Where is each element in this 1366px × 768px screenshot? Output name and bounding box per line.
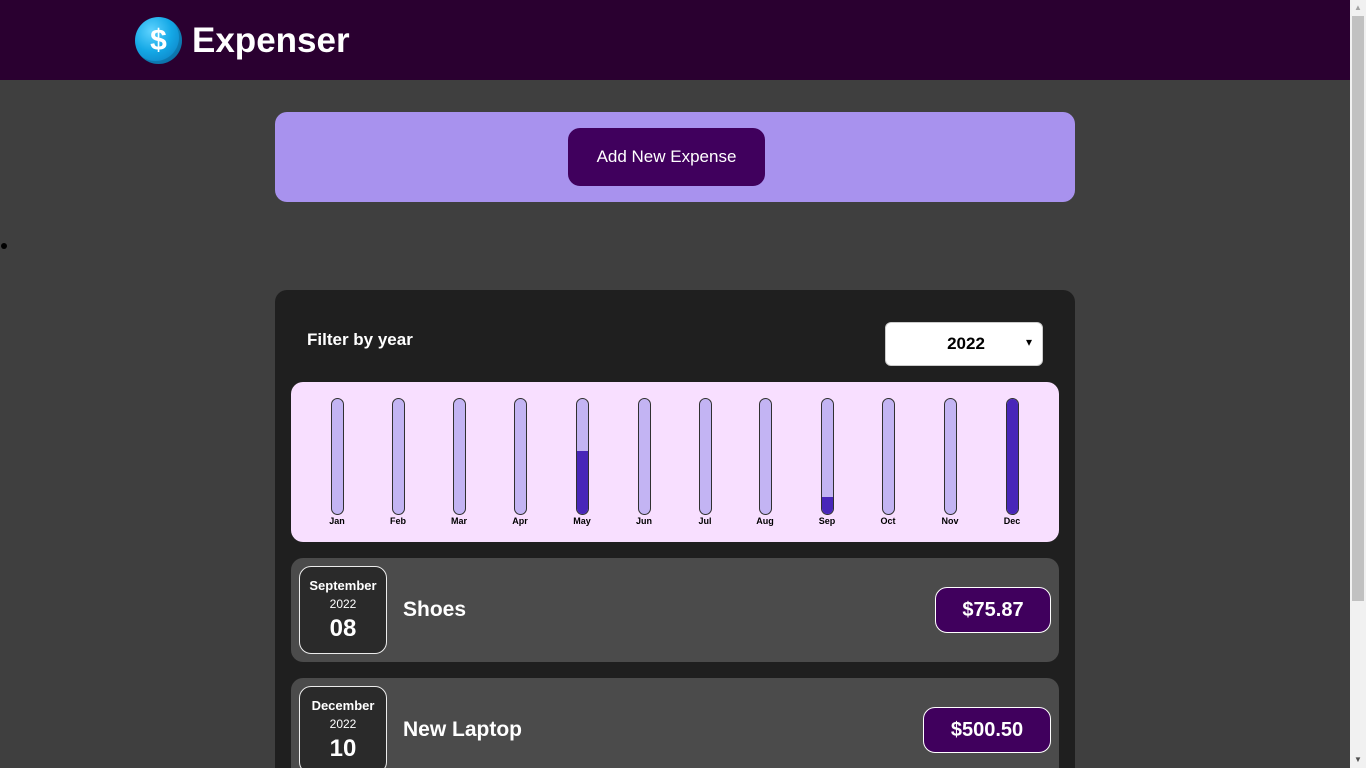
chart-bar-label: Apr [512,516,528,526]
expense-date-day: 08 [329,615,357,642]
chart-bar-track [821,398,834,515]
chart-bar-label: Jul [698,516,712,526]
expense-date-month: September [309,578,377,593]
chart-bar-label: May [573,516,591,526]
chart-bar-apr: Apr [500,398,540,538]
chart-bar-sep: Sep [807,398,847,538]
chart-bar-track [514,398,527,515]
chart-bar-may: May [562,398,602,538]
chart-bar-track [1006,398,1019,515]
chart-bar-dec: Dec [992,398,1032,538]
chart-bar-label: Mar [450,516,467,526]
chart-bar-track [453,398,466,515]
chart-bar-jan: Jan [317,398,357,538]
chart-bar-label: Oct [880,516,896,526]
list-bullet [1,243,7,249]
chart-bar-label: Nov [941,516,959,526]
new-expense-panel: Add New Expense [275,112,1075,202]
scroll-thumb[interactable] [1352,16,1364,601]
chart-bar-track [331,398,344,515]
app-title: Expenser [192,21,350,60]
expense-date-year: 2022 [329,597,357,611]
chart-bar-fill [822,496,833,514]
chart-bar-label: Aug [756,516,774,526]
expense-date-day: 10 [329,735,357,762]
chart-bar-track [944,398,957,515]
expense-date-year: 2022 [329,717,357,731]
expense-title: New Laptop [403,718,522,741]
chart-bar-label: Jan [329,516,345,526]
chart-bar-label: Feb [389,516,406,526]
chart-bar-mar: Mar [439,398,479,538]
chevron-down-icon: ▾ [1025,335,1032,349]
expense-date: December 2022 10 [299,686,387,768]
chart-bar-track [638,398,651,515]
scroll-up-arrow-icon[interactable]: ▲ [1350,0,1366,16]
chart-bar-label: Jun [635,516,652,526]
chart-bar-label: Dec [1003,516,1021,526]
expense-date-month: December [311,698,375,713]
chart-bar-fill [577,450,588,514]
chart-bar-nov: Nov [930,398,970,538]
chart-bar-aug: Aug [745,398,785,538]
dollar-coin-icon: $ [135,17,182,64]
chart-bar-track [576,398,589,515]
add-new-expense-button[interactable]: Add New Expense [568,128,765,186]
year-filter-select[interactable]: 2022 ▾ [885,322,1043,366]
selected-year: 2022 [947,334,985,353]
expense-amount: $500.50 [923,707,1051,753]
expenses-chart: Jan Feb Mar Apr May Jun Jul Aug Sep Oct Nov Dec [291,382,1059,542]
scroll-down-arrow-icon[interactable]: ▼ [1350,752,1366,768]
expenses-card: Filter by year 2022 ▾ Jan Feb Mar Apr May Jun… [275,290,1075,768]
expense-item: December 2022 10 New Laptop $500.50 [291,678,1059,768]
expense-amount: $75.87 [935,587,1051,633]
app-header: $ Expenser [0,0,1350,80]
chart-bar-oct: Oct [868,398,908,538]
expense-date: September 2022 08 [299,566,387,654]
filter-label: Filter by year [307,330,413,349]
chart-bar-fill [1007,399,1018,514]
expense-title: Shoes [403,598,467,621]
chart-bar-track [882,398,895,515]
chart-bar-track [759,398,772,515]
chart-bar-jun: Jun [624,398,664,538]
chart-bar-feb: Feb [378,398,418,538]
page-scrollbar[interactable]: ▲ ▼ [1350,0,1366,768]
chart-bar-track [392,398,405,515]
expense-item: September 2022 08 Shoes $75.87 [291,558,1059,662]
chart-bar-track [699,398,712,515]
chart-bar-jul: Jul [685,398,725,538]
chart-bar-label: Sep [818,516,836,526]
